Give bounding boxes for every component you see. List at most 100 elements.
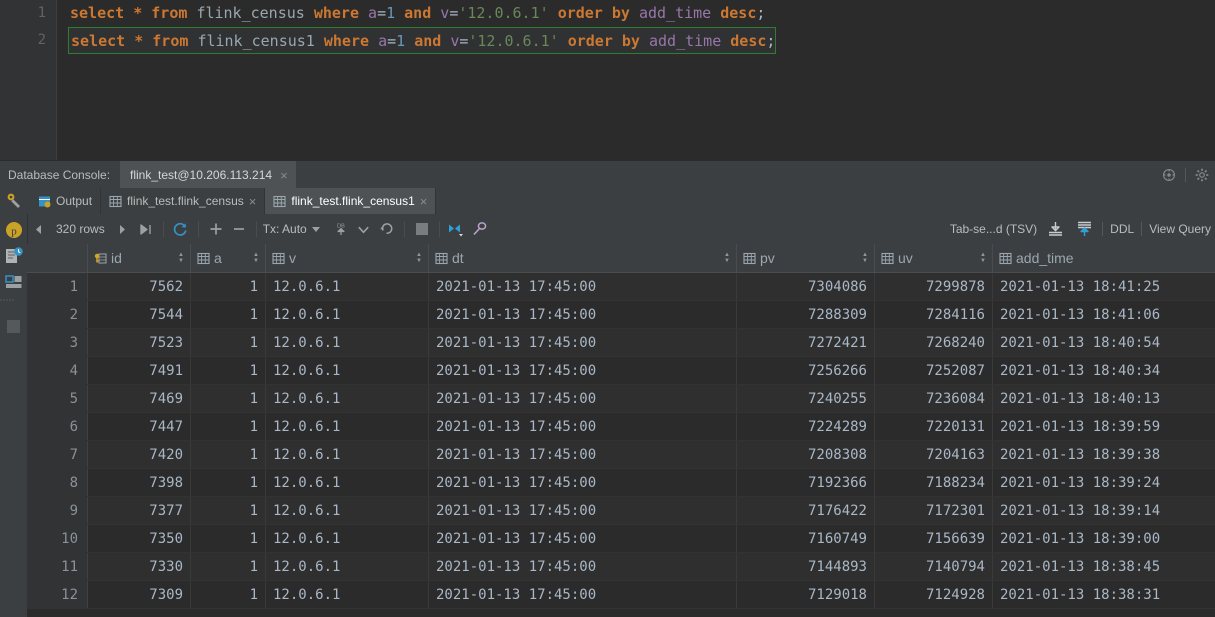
result-tab-1[interactable]: flink_test.flink_census×: [101, 188, 265, 214]
cell-id[interactable]: 7562: [88, 273, 191, 301]
sql-statement[interactable]: select * from flink_census where a=1 and…: [62, 0, 1215, 27]
cell-pv[interactable]: 7176422: [737, 497, 875, 525]
column-header-v[interactable]: v▲▼: [266, 244, 429, 273]
last-page-icon[interactable]: [135, 218, 157, 240]
cell-uv[interactable]: 7252087: [875, 357, 993, 385]
reload-icon[interactable]: [170, 218, 192, 240]
close-icon[interactable]: ×: [249, 195, 257, 208]
cell-dt[interactable]: 2021-01-13 17:45:00: [429, 357, 737, 385]
cell-dt[interactable]: 2021-01-13 17:45:00: [429, 553, 737, 581]
cell-dt[interactable]: 2021-01-13 17:45:00: [429, 525, 737, 553]
cell-v[interactable]: 12.0.6.1: [266, 441, 429, 469]
cell-pv[interactable]: 7288309: [737, 301, 875, 329]
cell-add_time[interactable]: 2021-01-13 18:39:24: [993, 469, 1215, 497]
cell-v[interactable]: 12.0.6.1: [266, 525, 429, 553]
cell-v[interactable]: 12.0.6.1: [266, 273, 429, 301]
cell-a[interactable]: 1: [191, 413, 266, 441]
cell-add_time[interactable]: 2021-01-13 18:39:59: [993, 413, 1215, 441]
cell-add_time[interactable]: 2021-01-13 18:41:06: [993, 301, 1215, 329]
cell-dt[interactable]: 2021-01-13 17:45:00: [429, 385, 737, 413]
cell-dt[interactable]: 2021-01-13 17:45:00: [429, 413, 737, 441]
cell-id[interactable]: 7469: [88, 385, 191, 413]
cell-a[interactable]: 1: [191, 497, 266, 525]
cell-id[interactable]: 7447: [88, 413, 191, 441]
cell-uv[interactable]: 7284116: [875, 301, 993, 329]
cell-a[interactable]: 1: [191, 273, 266, 301]
cell-uv[interactable]: 7188234: [875, 469, 993, 497]
column-header-a[interactable]: a▲▼: [191, 244, 266, 273]
rollback-icon[interactable]: [376, 218, 398, 240]
cell-a[interactable]: 1: [191, 357, 266, 385]
cell-v[interactable]: 12.0.6.1: [266, 357, 429, 385]
cell-uv[interactable]: 7156639: [875, 525, 993, 553]
cell-add_time[interactable]: 2021-01-13 18:40:34: [993, 357, 1215, 385]
cell-uv[interactable]: 7204163: [875, 441, 993, 469]
cell-dt[interactable]: 2021-01-13 17:45:00: [429, 301, 737, 329]
export-format-label[interactable]: Tab-se...d (TSV): [950, 222, 1037, 236]
sort-indicator-icon[interactable]: ▲▼: [253, 252, 259, 264]
table-row[interactable]: 117330112.0.6.12021-01-13 17:45:00714489…: [27, 553, 1215, 581]
postgres-icon[interactable]: p: [4, 220, 24, 240]
table-row[interactable]: 97377112.0.6.12021-01-13 17:45:007176422…: [27, 497, 1215, 525]
cell-id[interactable]: 7491: [88, 357, 191, 385]
column-header-pv[interactable]: pv▲▼: [737, 244, 875, 273]
cell-pv[interactable]: 7256266: [737, 357, 875, 385]
cell-dt[interactable]: 2021-01-13 17:45:00: [429, 497, 737, 525]
cell-id[interactable]: 7377: [88, 497, 191, 525]
cell-a[interactable]: 1: [191, 525, 266, 553]
cell-v[interactable]: 12.0.6.1: [266, 581, 429, 609]
table-row[interactable]: 37523112.0.6.12021-01-13 17:45:007272421…: [27, 329, 1215, 357]
cell-a[interactable]: 1: [191, 581, 266, 609]
stop-icon[interactable]: [411, 218, 433, 240]
wrench-icon[interactable]: [6, 192, 24, 210]
sort-indicator-icon[interactable]: ▲▼: [416, 252, 422, 264]
cell-pv[interactable]: 7160749: [737, 525, 875, 553]
cell-uv[interactable]: 7172301: [875, 497, 993, 525]
sort-indicator-icon[interactable]: ▲▼: [724, 252, 730, 264]
cell-id[interactable]: 7330: [88, 553, 191, 581]
export-data-icon[interactable]: [1073, 218, 1095, 240]
cell-pv[interactable]: 7208308: [737, 441, 875, 469]
cell-uv[interactable]: 7124928: [875, 581, 993, 609]
cell-pv[interactable]: 7192366: [737, 469, 875, 497]
cell-id[interactable]: 7523: [88, 329, 191, 357]
cell-v[interactable]: 12.0.6.1: [266, 469, 429, 497]
cell-a[interactable]: 1: [191, 301, 266, 329]
close-icon[interactable]: ×: [420, 195, 428, 208]
cell-a[interactable]: 1: [191, 469, 266, 497]
table-row[interactable]: 107350112.0.6.12021-01-13 17:45:00716074…: [27, 525, 1215, 553]
expand-icon[interactable]: [446, 218, 468, 240]
table-row[interactable]: 27544112.0.6.12021-01-13 17:45:007288309…: [27, 301, 1215, 329]
cell-dt[interactable]: 2021-01-13 17:45:00: [429, 581, 737, 609]
cell-pv[interactable]: 7144893: [737, 553, 875, 581]
cell-dt[interactable]: 2021-01-13 17:45:00: [429, 441, 737, 469]
cell-id[interactable]: 7420: [88, 441, 191, 469]
cell-a[interactable]: 1: [191, 441, 266, 469]
console-connection-tab[interactable]: flink_test@10.206.113.214 ×: [120, 161, 296, 189]
cell-id[interactable]: 7398: [88, 469, 191, 497]
layout-icon[interactable]: [4, 272, 24, 292]
column-header-uv[interactable]: uv▲▼: [875, 244, 993, 273]
drag-handle-icon[interactable]: [0, 298, 16, 302]
result-tab-0[interactable]: Output: [30, 188, 101, 214]
cell-add_time[interactable]: 2021-01-13 18:39:38: [993, 441, 1215, 469]
table-row[interactable]: 127309112.0.6.12021-01-13 17:45:00712901…: [27, 581, 1215, 609]
commit-icon[interactable]: [353, 218, 375, 240]
cell-dt[interactable]: 2021-01-13 17:45:00: [429, 329, 737, 357]
sql-editor[interactable]: 12 select * from flink_census where a=1 …: [0, 0, 1215, 160]
close-icon[interactable]: ×: [280, 169, 288, 182]
column-header-id[interactable]: id▲▼: [88, 244, 191, 273]
cell-add_time[interactable]: 2021-01-13 18:40:13: [993, 385, 1215, 413]
cell-v[interactable]: 12.0.6.1: [266, 301, 429, 329]
table-row[interactable]: 67447112.0.6.12021-01-13 17:45:007224289…: [27, 413, 1215, 441]
cell-id[interactable]: 7309: [88, 581, 191, 609]
cell-pv[interactable]: 7272421: [737, 329, 875, 357]
chevron-down-icon[interactable]: [312, 227, 320, 232]
stop-square-icon[interactable]: [4, 317, 24, 337]
help-icon[interactable]: [1162, 168, 1176, 182]
cell-add_time[interactable]: 2021-01-13 18:39:00: [993, 525, 1215, 553]
pin-icon[interactable]: [469, 218, 491, 240]
cell-uv[interactable]: 7299878: [875, 273, 993, 301]
table-row[interactable]: 87398112.0.6.12021-01-13 17:45:007192366…: [27, 469, 1215, 497]
cell-v[interactable]: 12.0.6.1: [266, 413, 429, 441]
